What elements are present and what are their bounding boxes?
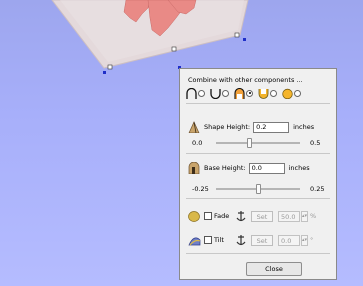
shape-height-max: 0.5 <box>310 139 321 147</box>
fade-icon <box>188 210 200 222</box>
shape-editor-panel: Combine with other components ... Shape … <box>179 68 337 280</box>
shape-height-slider-row: 0.0 0.5 <box>180 137 336 149</box>
shape-option-cup[interactable] <box>210 88 229 99</box>
dome-icon <box>234 87 245 99</box>
fade-spinner[interactable]: ▴▾ <box>301 210 308 222</box>
base-height-slider[interactable] <box>216 184 300 194</box>
combine-shape-options <box>186 86 330 100</box>
rounded-cap-icon <box>282 88 293 99</box>
anchor-icon[interactable] <box>236 210 246 222</box>
cup-icon <box>210 88 221 99</box>
divider <box>186 103 330 104</box>
radio-cup[interactable] <box>222 89 229 97</box>
handle-blue-1 <box>103 71 106 74</box>
tilt-icon <box>188 237 201 245</box>
radio-rounded[interactable] <box>294 89 301 97</box>
base-height-row: Base Height: 0.0 inches <box>180 161 336 175</box>
shape-option-dome[interactable] <box>234 87 253 99</box>
radio-arch[interactable] <box>198 89 205 97</box>
base-height-unit: inches <box>288 164 310 172</box>
handle-white-2 <box>171 46 177 52</box>
panel-title: Combine with other components ... <box>188 76 303 84</box>
divider <box>186 253 330 254</box>
shape-option-arch[interactable] <box>186 87 205 99</box>
shape-height-min: 0.0 <box>192 139 203 147</box>
fade-row: Fade Set 50.0 ▴▾ % <box>180 209 336 223</box>
tilt-label: Tilt <box>214 236 224 244</box>
base-height-slider-row: -0.25 0.25 <box>180 183 336 195</box>
base-height-input[interactable]: 0.0 <box>248 162 285 174</box>
close-button[interactable]: Close <box>246 262 302 276</box>
base-height-label: Base Height: <box>204 164 246 172</box>
shape-height-slider[interactable] <box>216 138 300 148</box>
fade-label: Fade <box>214 212 230 220</box>
fade-checkbox[interactable] <box>204 212 212 220</box>
handle-blue-3 <box>243 38 246 41</box>
shape-option-rounded[interactable] <box>282 88 301 99</box>
arch-icon <box>186 87 197 99</box>
handle-white-1 <box>107 64 113 70</box>
shape-height-icon <box>188 121 200 133</box>
shape-height-row: Shape Height: 0.2 inches <box>180 120 336 134</box>
tilt-set-button[interactable]: Set <box>251 234 273 246</box>
bucket-icon <box>258 88 269 99</box>
shape-option-bucket[interactable] <box>258 88 277 99</box>
shape-height-label: Shape Height: <box>204 123 251 131</box>
tilt-spinner[interactable]: ▴▾ <box>301 234 308 246</box>
shape-height-input[interactable]: 0.2 <box>253 121 290 133</box>
shape-height-unit: inches <box>293 123 315 131</box>
divider <box>186 198 330 199</box>
tilt-unit: ° <box>310 236 314 244</box>
divider <box>186 153 330 154</box>
base-height-icon <box>188 162 200 174</box>
fade-value-field[interactable]: 50.0 <box>278 210 300 222</box>
base-height-max: 0.25 <box>310 185 325 193</box>
radio-bucket[interactable] <box>270 89 277 97</box>
base-height-slider-thumb[interactable] <box>255 184 261 194</box>
tilt-checkbox[interactable] <box>204 236 212 244</box>
anchor-icon[interactable] <box>236 234 246 246</box>
tilt-row: Tilt Set 0.0 ▴▾ ° <box>180 233 336 247</box>
fade-set-button[interactable]: Set <box>251 210 273 222</box>
tilt-value-field[interactable]: 0.0 <box>278 234 300 246</box>
radio-dome[interactable] <box>246 89 253 97</box>
base-height-min: -0.25 <box>192 185 209 193</box>
shape-height-slider-thumb[interactable] <box>247 138 253 148</box>
fade-unit: % <box>310 212 317 220</box>
handle-white-3 <box>234 32 240 38</box>
